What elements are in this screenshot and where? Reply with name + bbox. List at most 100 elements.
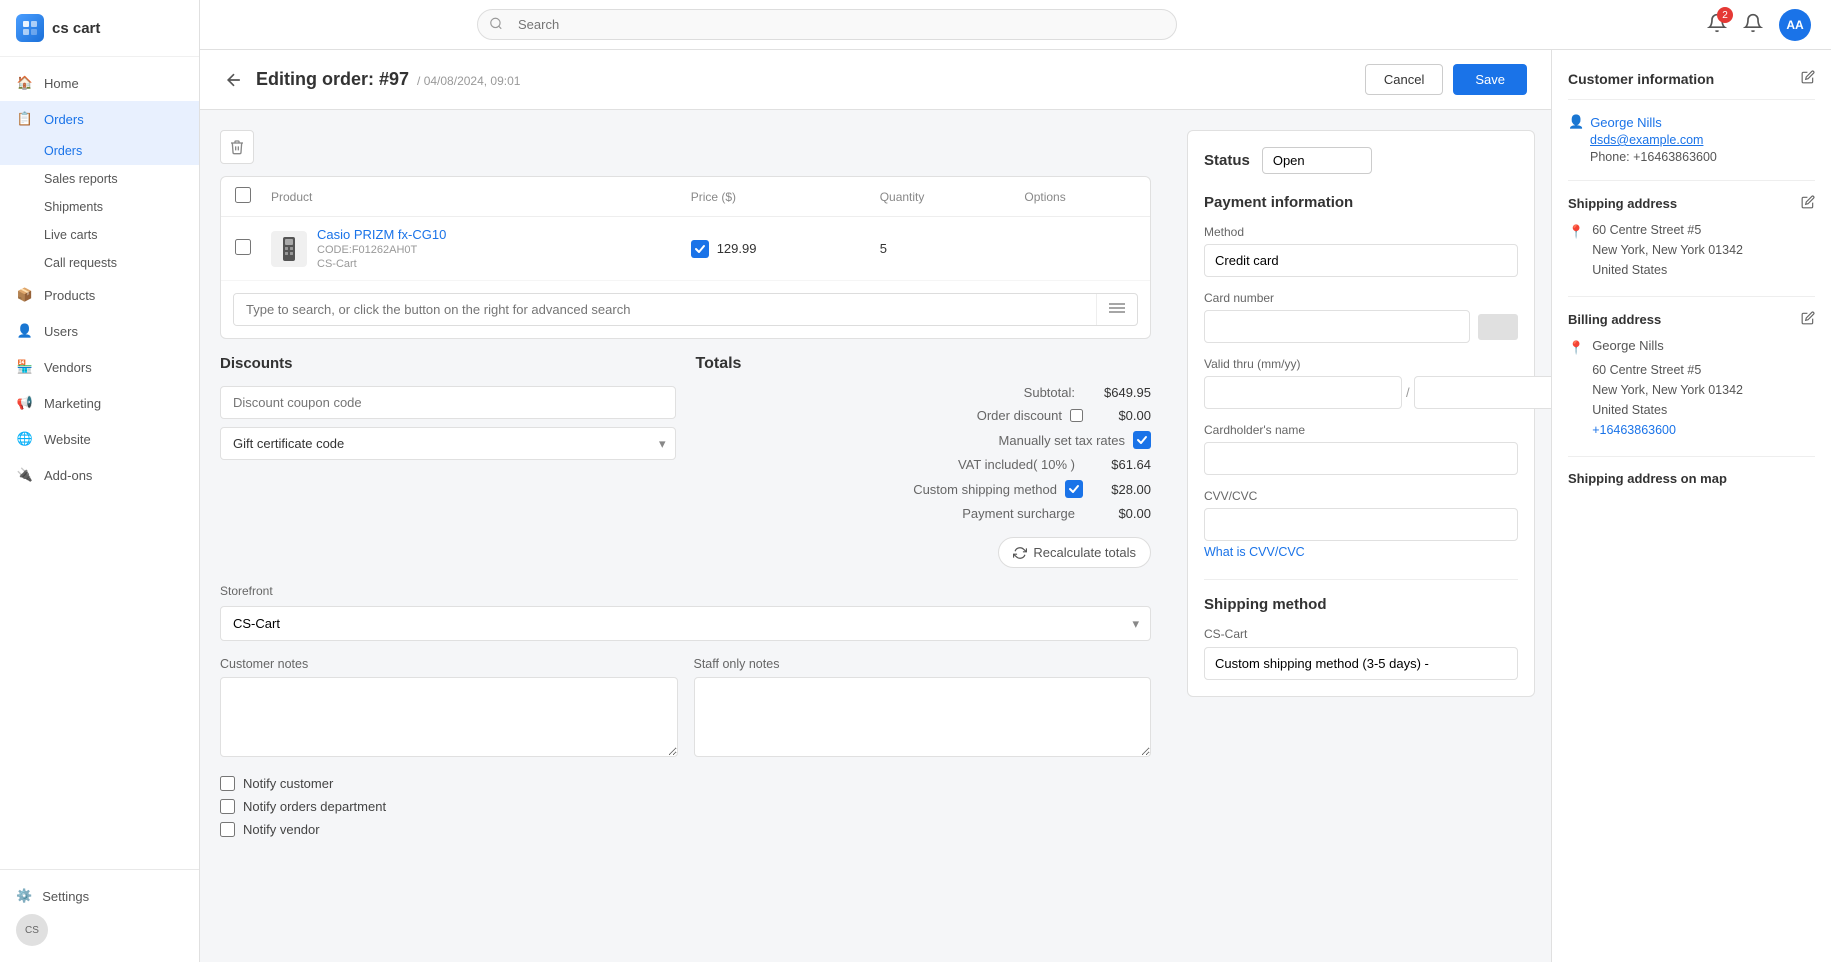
alerts-badge[interactable] [1743, 13, 1763, 36]
card-number-input[interactable] [1204, 310, 1470, 343]
billing-addr-line3: United States [1592, 400, 1743, 420]
delete-button[interactable] [220, 130, 254, 164]
shipping-address-edit-icon[interactable] [1801, 195, 1815, 212]
sidebar-item-home[interactable]: 🏠 Home [0, 65, 199, 101]
cvv-link[interactable]: What is CVV/CVC [1204, 545, 1518, 559]
sidebar-item-website[interactable]: 🌐 Website [0, 421, 199, 457]
sidebar-item-products-label: Products [44, 288, 95, 303]
back-button[interactable] [224, 70, 244, 90]
discounts-totals-section: Discounts Gift certificate code ▾ Totals… [220, 355, 1151, 568]
sidebar-item-marketing[interactable]: 📢 Marketing [0, 385, 199, 421]
shipping-method-select[interactable]: Custom shipping method (3-5 days) - [1204, 647, 1518, 680]
topbar-actions: 2 AA [1707, 9, 1811, 41]
customer-info-title: Customer information [1568, 71, 1714, 87]
billing-address-edit-icon[interactable] [1801, 311, 1815, 328]
gift-cert-select[interactable]: Gift certificate code [220, 427, 676, 460]
billing-address-lines: George Nills 60 Centre Street #5 New Yor… [1592, 336, 1743, 440]
sidebar-item-users[interactable]: 👤 Users [0, 313, 199, 349]
sidebar-item-vendors[interactable]: 🏪 Vendors [0, 349, 199, 385]
sidebar: cs cart 🏠 Home 📋 Orders Orders Sales rep… [0, 0, 200, 962]
page-body: Product Price ($) Quantity Options [200, 110, 1551, 962]
sidebar-avatar[interactable]: CS [16, 914, 48, 946]
sidebar-item-addons[interactable]: 🔌 Add-ons [0, 457, 199, 493]
coupon-code-input[interactable] [220, 386, 676, 419]
notes-section: Customer notes Staff only notes [220, 657, 1151, 760]
sidebar-sub-sales-reports[interactable]: Sales reports [0, 165, 199, 193]
phone-label: Phone: [1590, 150, 1630, 164]
card-number-row [1204, 310, 1518, 343]
sidebar-sub-orders[interactable]: Orders [0, 137, 199, 165]
sidebar-item-products[interactable]: 📦 Products [0, 277, 199, 313]
notify-customer-checkbox[interactable] [220, 776, 235, 791]
sidebar-item-vendors-label: Vendors [44, 360, 92, 375]
billing-phone[interactable]: +16463863600 [1592, 420, 1743, 440]
notes-grid: Customer notes Staff only notes [220, 657, 1151, 760]
product-search-input[interactable] [234, 294, 1096, 325]
discounts-column: Discounts Gift certificate code ▾ [220, 355, 676, 568]
custom-shipping-checkbox[interactable] [1065, 480, 1083, 498]
payment-surcharge-label: Payment surcharge [962, 506, 1075, 521]
map-title: Shipping address on map [1568, 471, 1815, 486]
product-search-wrapper [221, 293, 1150, 338]
sidebar-sub-live-carts[interactable]: Live carts [0, 221, 199, 249]
select-all-checkbox[interactable] [235, 187, 251, 203]
customer-edit-icon[interactable] [1801, 70, 1815, 87]
cvv-input[interactable] [1204, 508, 1518, 541]
product-cell: Casio PRIZM fx-CG10 CODE:F01262AH0T CS-C… [259, 217, 679, 281]
page-title-area: Editing order: #97 / 04/08/2024, 09:01 [256, 69, 520, 90]
customer-email[interactable]: dsds@example.com [1590, 133, 1815, 147]
product-store: CS-Cart [317, 258, 446, 270]
discounts-title: Discounts [220, 355, 676, 372]
tax-rates-checkbox[interactable] [1133, 431, 1151, 449]
product-options-cell [1012, 217, 1150, 281]
addons-icon: 🔌 [16, 466, 34, 484]
cvv-label: CVV/CVC [1204, 489, 1518, 503]
cardholder-input[interactable] [1204, 442, 1518, 475]
sidebar-sub-shipments[interactable]: Shipments [0, 193, 199, 221]
valid-thru-group: Valid thru (mm/yy) / [1204, 357, 1518, 409]
search-bar [477, 9, 1177, 40]
settings-item[interactable]: ⚙️ Settings [16, 882, 183, 910]
customer-name-link[interactable]: George Nills [1590, 115, 1662, 130]
product-info: Casio PRIZM fx-CG10 CODE:F01262AH0T CS-C… [317, 227, 446, 270]
product-price-cell: 129.99 [679, 217, 868, 281]
user-avatar[interactable]: AA [1779, 9, 1811, 41]
orders-icon: 📋 [16, 110, 34, 128]
billing-address-title: Billing address [1568, 311, 1815, 328]
notify-vendor-checkbox[interactable] [220, 822, 235, 837]
page-header: Editing order: #97 / 04/08/2024, 09:01 C… [200, 50, 1551, 110]
product-name[interactable]: Casio PRIZM fx-CG10 [317, 227, 446, 242]
recalc-icon [1013, 546, 1027, 560]
valid-year-input[interactable] [1414, 376, 1551, 409]
custom-shipping-value: $28.00 [1091, 482, 1151, 497]
payment-method-select[interactable]: Credit cardPayPalBank Transfer [1204, 244, 1518, 277]
customer-notes-input[interactable] [220, 677, 678, 757]
product-code: CODE:F01262AH0T [317, 244, 446, 256]
notify-orders-checkbox[interactable] [220, 799, 235, 814]
vat-value: $61.64 [1091, 457, 1151, 472]
notifications-badge[interactable]: 2 [1707, 13, 1727, 36]
search-input[interactable] [477, 9, 1177, 40]
custom-shipping-label: Custom shipping method [913, 482, 1057, 497]
cancel-button[interactable]: Cancel [1365, 64, 1443, 95]
storefront-select-wrap: CS-Cart ▾ [220, 606, 1151, 641]
save-button[interactable]: Save [1453, 64, 1527, 95]
product-search-advanced-btn[interactable] [1096, 294, 1137, 325]
products-icon: 📦 [16, 286, 34, 304]
content: Editing order: #97 / 04/08/2024, 09:01 C… [200, 50, 1831, 962]
valid-month-input[interactable] [1204, 376, 1402, 409]
website-icon: 🌐 [16, 430, 34, 448]
sidebar-item-orders[interactable]: 📋 Orders [0, 101, 199, 137]
customer-person-icon: 👤 [1568, 114, 1584, 130]
status-select[interactable]: OpenProcessedCompleteDeclinedBackordered [1262, 147, 1372, 174]
topbar: 2 AA [200, 0, 1831, 50]
recalculate-button[interactable]: Recalculate totals [998, 537, 1151, 568]
products-card: Product Price ($) Quantity Options [220, 176, 1151, 339]
storefront-select[interactable]: CS-Cart [220, 606, 1151, 641]
order-discount-checkbox[interactable] [1070, 409, 1083, 422]
staff-notes-input[interactable] [694, 677, 1152, 757]
notify-vendor-label: Notify vendor [243, 822, 320, 837]
row-checkbox[interactable] [235, 239, 251, 255]
sidebar-sub-call-requests[interactable]: Call requests [0, 249, 199, 277]
price-checkbox[interactable] [691, 240, 709, 258]
